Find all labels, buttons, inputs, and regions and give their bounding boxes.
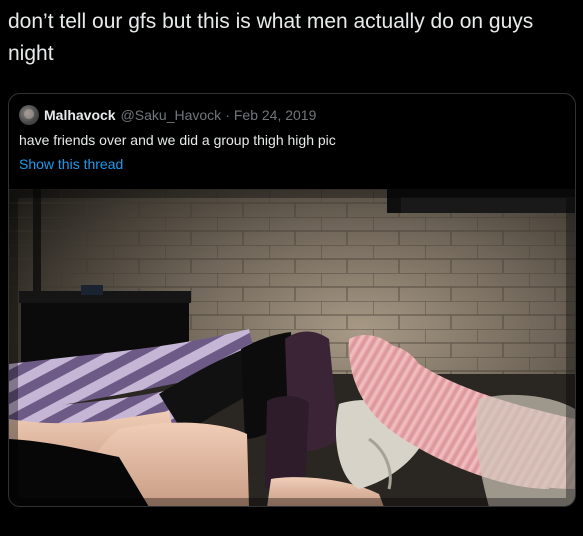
avatar[interactable] <box>19 105 39 125</box>
quote-date[interactable]: Feb 24, 2019 <box>234 107 317 123</box>
quote-text: have friends over and we did a group thi… <box>19 132 336 148</box>
photo-illustration <box>9 189 575 506</box>
show-thread-link[interactable]: Show this thread <box>19 155 123 173</box>
quoted-tweet-card[interactable]: Malhavock @Saku_Havock · Feb 24, 2019 ha… <box>8 93 576 507</box>
quote-display-name[interactable]: Malhavock <box>44 107 116 123</box>
quote-header: Malhavock @Saku_Havock · Feb 24, 2019 <box>19 105 316 125</box>
quote-photo[interactable] <box>9 189 575 506</box>
quote-handle[interactable]: @Saku_Havock <box>121 107 222 123</box>
tweet-text: don’t tell our gfs but this is what men … <box>8 10 534 65</box>
quote-separator: · <box>225 107 230 123</box>
